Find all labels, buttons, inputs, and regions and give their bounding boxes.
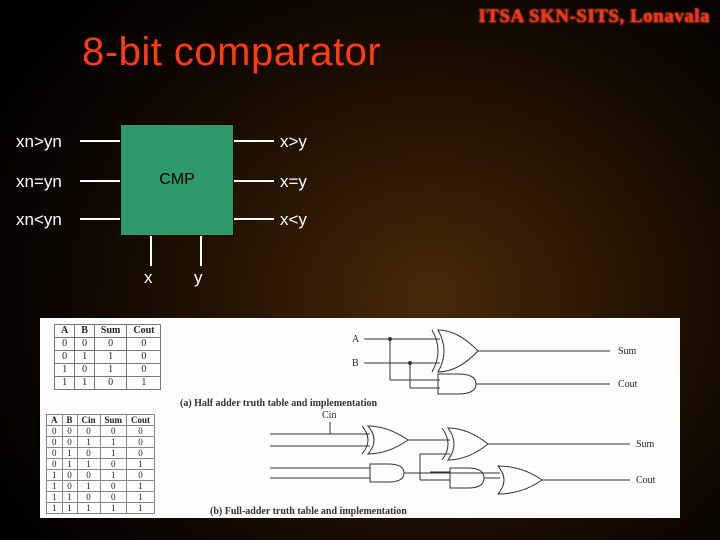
wire-x bbox=[150, 236, 152, 266]
label-in-eq: xn=yn bbox=[16, 172, 62, 192]
label-bottom-x: x bbox=[144, 268, 153, 288]
half-hdr-Sum: Sum bbox=[94, 325, 126, 338]
full-output-sum: Sum bbox=[636, 439, 655, 450]
label-in-lt: xn<yn bbox=[16, 210, 62, 230]
label-out-eq: x=y bbox=[280, 172, 307, 192]
full-adder-schematic: Cin Sum bbox=[270, 410, 670, 510]
half-adder-truth-table: A B Sum Cout 0000 0110 1010 1101 bbox=[54, 324, 161, 390]
wire-y bbox=[200, 236, 202, 266]
half-output-cout: Cout bbox=[618, 379, 638, 390]
wire-out-lt bbox=[234, 218, 274, 220]
label-in-gt: xn>yn bbox=[16, 132, 62, 152]
half-adder-schematic: A B Sum Cout bbox=[350, 322, 660, 402]
wire-in-eq bbox=[80, 180, 120, 182]
half-input-B: B bbox=[352, 358, 359, 369]
half-hdr-B: B bbox=[75, 325, 95, 338]
half-hdr-A: A bbox=[55, 325, 75, 338]
half-adder-caption: (a) Half adder truth table and implement… bbox=[180, 398, 377, 409]
cmp-box-label: CMP bbox=[159, 171, 195, 189]
cmp-box: CMP bbox=[120, 124, 234, 236]
wire-out-gt bbox=[234, 140, 274, 142]
wire-out-eq bbox=[234, 180, 274, 182]
full-input-cin: Cin bbox=[322, 410, 336, 421]
wire-in-gt bbox=[80, 140, 120, 142]
half-hdr-Cout: Cout bbox=[127, 325, 161, 338]
half-input-A: A bbox=[352, 334, 360, 345]
half-output-sum: Sum bbox=[618, 346, 637, 357]
label-bottom-y: y bbox=[194, 268, 203, 288]
org-label: ITSA SKN-SITS, Lonavala bbox=[478, 6, 710, 28]
full-output-cout: Cout bbox=[636, 475, 656, 486]
wire-in-lt bbox=[80, 218, 120, 220]
label-out-lt: x<y bbox=[280, 210, 307, 230]
full-adder-truth-table: A B Cin Sum Cout 00000 00110 01010 01101… bbox=[46, 414, 155, 514]
label-out-gt: x>y bbox=[280, 132, 307, 152]
adder-figure-panel: A B Sum Cout 0000 0110 1010 1101 (a) Hal… bbox=[40, 318, 680, 518]
slide-title: 8-bit comparator bbox=[82, 30, 381, 75]
slide: ITSA SKN-SITS, Lonavala 8-bit comparator… bbox=[0, 0, 720, 540]
comparator-diagram: CMP xn>yn xn=yn xn<yn x>y x=y x<y x y bbox=[10, 110, 330, 300]
